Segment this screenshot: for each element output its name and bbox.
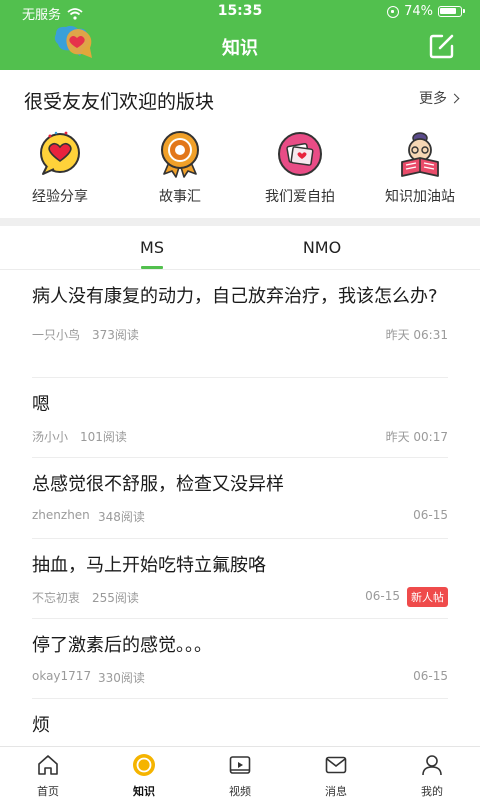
heart-chat-icon (40, 131, 80, 175)
board-label: 故事汇 (159, 189, 201, 205)
tab-ms[interactable]: MS (92, 238, 212, 257)
post-reads: 330阅读 (98, 671, 145, 685)
list-item[interactable]: 停了激素后的感觉。。。 okay1717 330阅读 06-15 (0, 619, 480, 699)
popular-boards-section: 很受友友们欢迎的版块 更多 经验分享 故事汇 我们爱自拍 知识加油站 (0, 70, 480, 218)
post-reads: 101阅读 (80, 430, 127, 444)
post-meta: zhenzhen 348阅读 06-15 (32, 508, 448, 528)
header: 无服务 15:35 74% 知识 (0, 0, 480, 70)
video-icon (229, 756, 251, 774)
bottom-tab-bar: 首页 知识 视频 消息 我的 (0, 746, 480, 800)
status-right: 74% (387, 4, 465, 19)
post-time: 06-15 (365, 589, 400, 603)
home-icon (38, 755, 58, 775)
post-author: okay1717 (32, 669, 92, 683)
active-tab-indicator (141, 266, 163, 269)
post-time: 06-15 (413, 669, 448, 683)
post-reads: 255阅读 (92, 591, 139, 605)
post-time: 06-15 (413, 508, 448, 522)
tab-nmo[interactable]: NMO (262, 238, 382, 257)
rotation-lock-icon (387, 5, 400, 18)
medal-icon (161, 131, 199, 178)
post-author: 不忘初衷 (32, 591, 81, 605)
post-title: 嗯 (32, 394, 50, 415)
post-author: 一只小鸟 (32, 328, 81, 342)
post-title: 抽血，马上开始吃特立氟胺咯 (32, 555, 266, 576)
post-title: 停了激素后的感觉。。。 (32, 635, 212, 656)
post-title: 总感觉很不舒服，检查又没异样 (32, 474, 284, 495)
post-reads: 348阅读 (98, 510, 145, 524)
tab-label: 知识 (133, 785, 155, 798)
compose-icon[interactable] (428, 32, 456, 60)
post-meta: 不忘初衷 255阅读 06-15 新人帖 (32, 587, 448, 609)
post-meta: okay1717 330阅读 06-15 (32, 669, 448, 689)
post-author: zhenzhen (32, 508, 90, 522)
knowledge-icon (133, 754, 155, 776)
post-time: 昨天 00:17 (385, 430, 448, 444)
new-post-badge: 新人帖 (407, 587, 448, 607)
board-label: 经验分享 (32, 189, 88, 205)
profile-icon (422, 755, 442, 776)
app-root: 无服务 15:35 74% 知识 很受友友们欢迎的版块 更多 经验分享 故事汇 … (0, 0, 480, 800)
board-experience-share[interactable]: 经验分享 (0, 126, 120, 216)
post-title: 烦 (32, 715, 50, 736)
post-list: 病人没有康复的动力，自己放弃治疗，我该怎么办? 一只小鸟 373阅读 昨天 06… (0, 270, 480, 746)
more-link[interactable]: 更多 (419, 88, 460, 108)
post-title: 病人没有康复的动力，自己放弃治疗，我该怎么办? (32, 286, 438, 307)
tab-label: 视频 (229, 785, 251, 798)
battery-icon (438, 6, 465, 17)
more-label: 更多 (419, 91, 447, 107)
board-selfie[interactable]: 我们爱自拍 (240, 126, 360, 216)
tab-messages[interactable]: 消息 (288, 747, 384, 800)
tab-video[interactable]: 视频 (192, 747, 288, 800)
list-item[interactable]: 总感觉很不舒服，检查又没异样 zhenzhen 348阅读 06-15 (0, 458, 480, 539)
category-tabs: MS NMO (0, 226, 480, 270)
page-title: 知识 (222, 38, 258, 59)
message-icon (325, 756, 347, 774)
post-time: 昨天 06:31 (385, 328, 448, 342)
photo-heart-icon (278, 132, 322, 176)
board-story-collection[interactable]: 故事汇 (120, 126, 240, 216)
list-item[interactable]: 烦 (0, 699, 480, 746)
tab-profile[interactable]: 我的 (384, 747, 480, 800)
tab-label: 消息 (325, 785, 347, 798)
tab-knowledge[interactable]: 知识 (96, 747, 192, 800)
list-item[interactable]: 病人没有康复的动力，自己放弃治疗，我该怎么办? 一只小鸟 373阅读 昨天 06… (0, 270, 480, 378)
tab-label: 首页 (37, 785, 59, 798)
reader-icon (401, 132, 439, 177)
board-knowledge-station[interactable]: 知识加油站 (360, 126, 480, 216)
post-meta: 汤小小 101阅读 昨天 00:17 (32, 428, 448, 448)
section-divider (0, 218, 480, 226)
boards-row: 经验分享 故事汇 我们爱自拍 知识加油站 (0, 126, 480, 216)
status-bar: 无服务 15:35 74% (0, 0, 480, 24)
post-author: 汤小小 (32, 430, 69, 444)
section-title: 很受友友们欢迎的版块 (24, 91, 215, 113)
post-meta: 一只小鸟 373阅读 昨天 06:31 (32, 326, 448, 346)
battery-percent: 74% (404, 4, 433, 19)
board-label: 我们爱自拍 (265, 189, 335, 205)
list-item[interactable]: 嗯汤小小 101阅读 昨天 00:17 (0, 378, 480, 458)
post-reads: 373阅读 (92, 328, 139, 342)
board-label: 知识加油站 (385, 189, 455, 205)
tab-home[interactable]: 首页 (0, 747, 96, 800)
chevron-right-icon (449, 93, 460, 103)
list-item[interactable]: 抽血，马上开始吃特立氟胺咯不忘初衷 255阅读 06-15 新人帖 (0, 539, 480, 619)
tab-label: 我的 (421, 785, 443, 798)
nav-bar: 知识 (0, 24, 480, 70)
